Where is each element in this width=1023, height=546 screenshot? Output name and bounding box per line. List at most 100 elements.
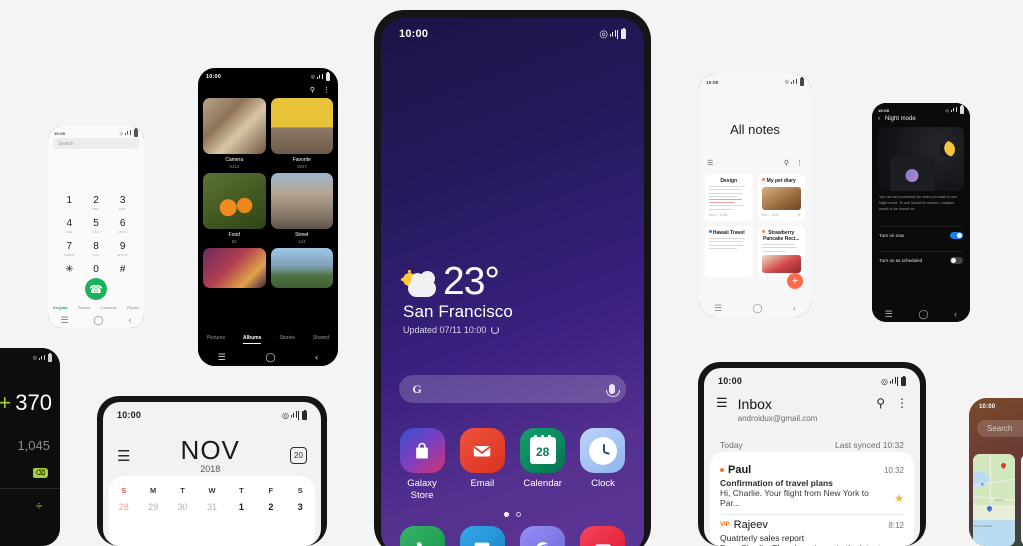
dock-internet[interactable] xyxy=(514,526,572,546)
more-vertical-icon[interactable]: ⋮ xyxy=(896,396,908,410)
search-icon[interactable]: ⚲ xyxy=(310,86,315,94)
email-time: 8:12 xyxy=(888,520,904,530)
call-button[interactable]: ☎ xyxy=(85,278,107,300)
hamburger-menu-icon[interactable]: ☰ xyxy=(716,395,728,410)
backspace-icon[interactable]: ⌫ xyxy=(33,468,48,478)
album-card[interactable]: Favorite 1947 xyxy=(270,98,333,169)
refresh-icon[interactable] xyxy=(491,326,500,335)
hamburger-menu-icon[interactable]: ☰ xyxy=(117,447,130,465)
dock-messages[interactable] xyxy=(453,526,511,546)
dial-key[interactable]: 5 JKL xyxy=(83,219,110,235)
dial-key[interactable]: 6 MNO xyxy=(109,219,136,235)
map-preview-card[interactable]: ♥ Port C New Rochelle xyxy=(973,454,1015,546)
calendar-date[interactable]: 29 xyxy=(138,502,167,512)
calendar-date[interactable]: 3 xyxy=(286,502,315,512)
dial-key[interactable]: # xyxy=(109,265,136,280)
setting-row-scheduled[interactable]: Turn on as scheduled xyxy=(879,251,963,264)
tab-places[interactable]: Places xyxy=(127,305,139,310)
dial-key[interactable]: 1 xyxy=(56,196,83,211)
album-card[interactable]: Camera 6114 xyxy=(203,98,266,169)
home-icon[interactable]: ◯ xyxy=(93,316,103,325)
recents-icon[interactable]: ☰ xyxy=(60,316,68,325)
dial-key[interactable]: 9 WXYZ xyxy=(109,242,136,258)
calendar-date[interactable]: 2 xyxy=(256,502,285,512)
calendar-date[interactable]: 31 xyxy=(197,502,226,512)
tab-shared[interactable]: Shared xyxy=(313,335,329,344)
dial-key[interactable]: 7 PQRS xyxy=(56,242,83,258)
tab-albums[interactable]: Albums xyxy=(243,335,262,344)
maps-status-bar: 10:00 xyxy=(979,404,1023,410)
recents-icon[interactable]: ☰ xyxy=(714,304,722,313)
note-card[interactable]: Strawberry Pancake Reci... xyxy=(757,226,805,277)
back-icon[interactable]: ‹ xyxy=(793,304,796,313)
calendar-date[interactable]: 30 xyxy=(168,502,197,512)
setting-row-turn-on-now[interactable]: Turn on now xyxy=(879,226,963,239)
calculator-phone: ◎ + 370 1,045 ⌫ + ÷ xyxy=(0,348,60,546)
menu-icon[interactable]: ☰ xyxy=(707,159,713,167)
google-search-bar[interactable]: G xyxy=(399,375,626,403)
weather-city: San Francisco xyxy=(403,302,513,322)
app-calendar[interactable]: 28 Calendar xyxy=(514,428,572,502)
key-divide[interactable]: ÷ xyxy=(36,499,43,513)
more-vertical-icon[interactable]: ⋮ xyxy=(323,86,330,94)
app-email[interactable]: Email xyxy=(453,428,511,502)
dial-key[interactable]: ✳ xyxy=(56,265,83,280)
notes-toolbar: ☰ ⚲ ⋮ xyxy=(707,159,803,167)
dialer-search-input[interactable]: Search ⋮ xyxy=(53,138,139,149)
dock-phone[interactable] xyxy=(393,526,451,546)
tab-pictures[interactable]: Pictures xyxy=(207,335,225,344)
home-icon[interactable]: ◯ xyxy=(753,304,763,313)
star-icon[interactable]: ★ xyxy=(797,212,801,217)
dialer-phone: 10:00 ◎ Search ⋮ 1 2 ABC 3 DEF 4 GHI 5 JKL 6… xyxy=(48,126,144,328)
tab-keypad[interactable]: Keypad xyxy=(53,305,67,310)
favorite-heart-icon: ♥ xyxy=(981,482,984,488)
page-dot[interactable] xyxy=(516,512,521,517)
recents-icon[interactable]: ☰ xyxy=(218,353,226,362)
tab-recent[interactable]: Recent xyxy=(78,305,91,310)
back-icon[interactable]: ‹ xyxy=(878,116,880,122)
dial-key[interactable]: 2 ABC xyxy=(83,196,110,212)
home-icon[interactable]: ◯ xyxy=(918,310,928,319)
page-dot-active[interactable] xyxy=(504,512,509,517)
dock-camera[interactable] xyxy=(574,526,632,546)
star-icon[interactable]: ★ xyxy=(894,492,904,505)
album-card[interactable] xyxy=(270,248,333,288)
weather-widget[interactable]: 23° San Francisco Updated 07/11 10:00 xyxy=(401,262,513,335)
album-card[interactable] xyxy=(203,248,266,288)
microphone-icon[interactable] xyxy=(606,384,620,397)
app-galaxy-store[interactable]: Galaxy Store xyxy=(393,428,451,502)
more-vertical-icon[interactable]: ⋮ xyxy=(796,159,803,167)
search-icon[interactable]: ⚲ xyxy=(876,396,885,410)
album-card[interactable]: Food 82 xyxy=(203,173,266,244)
back-icon[interactable]: ‹ xyxy=(954,310,957,319)
home-icon[interactable]: ◯ xyxy=(265,353,275,362)
tab-stories[interactable]: Stories xyxy=(279,335,295,344)
dial-key[interactable]: 3 DEF xyxy=(109,196,136,212)
back-icon[interactable]: ‹ xyxy=(315,353,318,362)
calendar-date[interactable]: 28 xyxy=(109,502,138,512)
wifi-icon: ◎ xyxy=(945,107,950,113)
weekday-label: M xyxy=(150,486,157,495)
dial-key[interactable]: 8 TUV xyxy=(83,242,110,258)
email-row[interactable]: VIP Rajeev 8:12 Quatrterly sales report … xyxy=(720,515,904,546)
calendar-date[interactable]: 1 xyxy=(227,502,256,512)
toggle-switch-on[interactable] xyxy=(950,232,963,239)
note-card[interactable]: My pet diary Nov 7, 2018 ★ xyxy=(757,174,805,221)
key-plus[interactable]: + xyxy=(0,499,1,513)
email-row[interactable]: Paul 10:32 Confirmation of travel plans … xyxy=(720,460,904,514)
album-count: 1947 xyxy=(296,164,307,169)
note-card[interactable]: Design Nov 7, 2018 xyxy=(705,174,753,221)
dial-key[interactable]: 4 GHI xyxy=(56,219,83,235)
search-icon[interactable]: ⚲ xyxy=(784,159,789,167)
back-icon[interactable]: ‹ xyxy=(129,316,132,325)
album-card[interactable]: Street 124 xyxy=(270,173,333,244)
tab-contacts[interactable]: Contacts xyxy=(101,305,117,310)
recents-icon[interactable]: ☰ xyxy=(885,310,893,319)
more-vertical-icon[interactable]: ⋮ xyxy=(129,141,134,147)
today-badge[interactable]: 20 xyxy=(290,447,307,465)
add-note-fab[interactable]: + xyxy=(787,273,803,289)
note-card[interactable]: Hawaii Travel xyxy=(705,226,753,277)
toggle-switch-off[interactable] xyxy=(950,257,963,264)
maps-search-input[interactable]: Search xyxy=(977,420,1023,437)
app-clock[interactable]: Clock xyxy=(574,428,632,502)
